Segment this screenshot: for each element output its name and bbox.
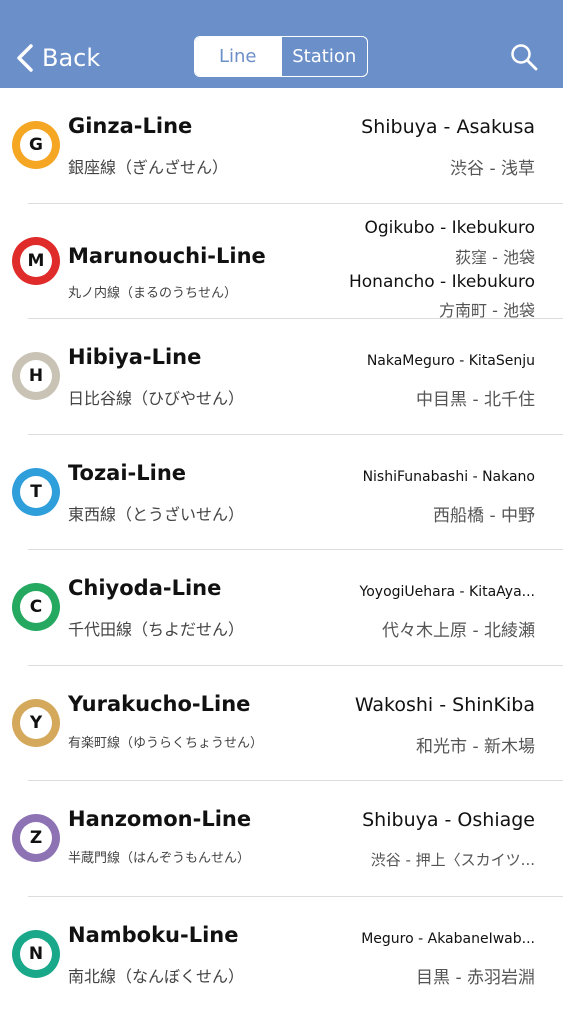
badge-letter: Z bbox=[20, 822, 52, 854]
line-row-hibiya[interactable]: H Hibiya-Line 日比谷線（ひびやせん） NakaMeguro - K… bbox=[28, 319, 563, 435]
line-name-jp: 丸ノ内線（まるのうちせん） bbox=[68, 282, 237, 301]
badge-letter: N bbox=[20, 938, 52, 970]
route-en: Shibuya - Oshiage bbox=[362, 809, 535, 831]
back-button[interactable]: Back bbox=[14, 38, 100, 78]
route-en: Shibuya - Asakusa bbox=[361, 116, 535, 138]
line-badge-h: H bbox=[12, 352, 60, 400]
route-jp: 和光市 - 新木場 bbox=[416, 732, 535, 757]
line-name: Yurakucho-Line bbox=[68, 692, 250, 716]
line-badge-c: C bbox=[12, 583, 60, 631]
line-badge-m: M bbox=[12, 237, 60, 285]
line-name-jp: 日比谷線（ひびやせん） bbox=[68, 385, 244, 409]
line-name: Hibiya-Line bbox=[68, 345, 201, 369]
badge-letter: M bbox=[20, 245, 52, 277]
route-en: NishiFunabashi - Nakano bbox=[363, 469, 535, 485]
line-name: Tozai-Line bbox=[68, 461, 186, 485]
line-name: Namboku-Line bbox=[68, 923, 239, 947]
line-badge-g: G bbox=[12, 121, 60, 169]
route-jp: 中目黒 - 北千住 bbox=[416, 385, 535, 410]
badge-letter: G bbox=[20, 129, 52, 161]
route-jp: 渋谷 - 浅草 bbox=[450, 154, 535, 179]
route-jp: 西船橋 - 中野 bbox=[433, 501, 535, 526]
line-name-jp: 南北線（なんぼくせん） bbox=[68, 963, 244, 987]
tab-station[interactable]: Station bbox=[281, 37, 368, 76]
route-jp: 渋谷 - 押上〈スカイツ... bbox=[371, 849, 535, 870]
route-en: Meguro - AkabaneIwab... bbox=[361, 931, 535, 947]
route-en: YoyogiUehara - KitaAya... bbox=[360, 584, 535, 600]
line-badge-z: Z bbox=[12, 814, 60, 862]
route-jp: 目黒 - 赤羽岩淵 bbox=[416, 963, 535, 988]
line-name-jp: 有楽町線（ゆうらくちょうせん） bbox=[68, 732, 263, 751]
badge-letter: H bbox=[20, 360, 52, 392]
line-name-jp: 千代田線（ちよだせん） bbox=[68, 616, 244, 640]
badge-letter: Y bbox=[20, 707, 52, 739]
line-station-segmented-control: Line Station bbox=[194, 36, 368, 77]
route-en: Honancho - Ikebukuro bbox=[349, 272, 535, 292]
line-row-marunouchi[interactable]: M Marunouchi-Line 丸ノ内線（まるのうちせん） Ogikubo … bbox=[28, 204, 563, 320]
line-name: Ginza-Line bbox=[68, 114, 192, 138]
line-name-jp: 東西線（とうざいせん） bbox=[68, 501, 244, 525]
line-row-hanzomon[interactable]: Z Hanzomon-Line 半蔵門線（はんぞうもんせん） Shibuya -… bbox=[28, 781, 563, 897]
line-list: G Ginza-Line 銀座線（ぎんざせん） Shibuya - Asakus… bbox=[0, 88, 563, 1012]
line-name: Marunouchi-Line bbox=[68, 244, 266, 268]
chevron-left-icon bbox=[14, 43, 36, 73]
route-jp: 代々木上原 - 北綾瀬 bbox=[382, 616, 535, 641]
line-row-chiyoda[interactable]: C Chiyoda-Line 千代田線（ちよだせん） YoyogiUehara … bbox=[28, 550, 563, 666]
line-badge-y: Y bbox=[12, 699, 60, 747]
route-en: Wakoshi - ShinKiba bbox=[355, 694, 535, 716]
line-badge-n: N bbox=[12, 930, 60, 978]
back-label: Back bbox=[42, 44, 100, 72]
line-badge-t: T bbox=[12, 468, 60, 516]
tab-line[interactable]: Line bbox=[195, 37, 281, 76]
line-row-ginza[interactable]: G Ginza-Line 銀座線（ぎんざせん） Shibuya - Asakus… bbox=[28, 88, 563, 204]
badge-letter: C bbox=[20, 591, 52, 623]
route-en: NakaMeguro - KitaSenju bbox=[367, 353, 535, 369]
badge-letter: T bbox=[20, 476, 52, 508]
route-en: Ogikubo - Ikebukuro bbox=[364, 218, 535, 238]
line-name-jp: 銀座線（ぎんざせん） bbox=[68, 154, 228, 178]
route-jp: 方南町 - 池袋 bbox=[439, 297, 535, 321]
line-row-namboku[interactable]: N Namboku-Line 南北線（なんぼくせん） Meguro - Akab… bbox=[28, 897, 563, 1012]
route-jp: 荻窪 - 池袋 bbox=[455, 244, 535, 268]
line-name: Chiyoda-Line bbox=[68, 576, 221, 600]
nav-bar: Back Line Station bbox=[0, 0, 563, 88]
search-icon[interactable] bbox=[510, 43, 538, 71]
line-row-tozai[interactable]: T Tozai-Line 東西線（とうざいせん） NishiFunabashi … bbox=[28, 435, 563, 551]
line-name: Hanzomon-Line bbox=[68, 807, 251, 831]
line-row-yurakucho[interactable]: Y Yurakucho-Line 有楽町線（ゆうらくちょうせん） Wakoshi… bbox=[28, 666, 563, 782]
line-name-jp: 半蔵門線（はんぞうもんせん） bbox=[68, 847, 250, 866]
